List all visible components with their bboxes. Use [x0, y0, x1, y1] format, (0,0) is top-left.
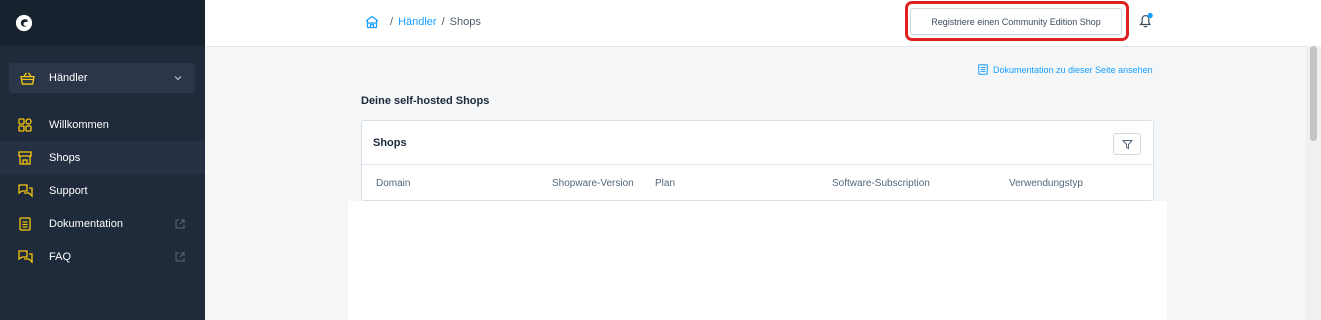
basket-icon	[19, 70, 35, 86]
sidebar: Händler Willkommen Shops Support Dokumen…	[0, 0, 205, 320]
external-link-icon	[175, 252, 185, 261]
merchant-select-label: Händler	[49, 72, 88, 84]
sidebar-item-dokumentation[interactable]: Dokumentation	[0, 207, 205, 240]
bell-icon[interactable]	[1137, 12, 1154, 29]
home-icon[interactable]	[365, 15, 379, 29]
shopware-logo-icon[interactable]	[15, 14, 33, 32]
merchant-select[interactable]: Händler	[9, 63, 195, 93]
scrollbar-thumb[interactable]	[1310, 46, 1317, 141]
chat-icon	[17, 249, 33, 265]
sidebar-item-label: Dokumentation	[49, 217, 123, 230]
filter-icon	[1121, 139, 1133, 149]
chat-icon	[17, 183, 33, 199]
column-header-shopware-version[interactable]: Shopware-Version	[552, 178, 634, 189]
shops-card-title: Shops	[373, 136, 407, 149]
sidebar-item-willkommen[interactable]: Willkommen	[0, 108, 205, 141]
sidebar-item-faq[interactable]: FAQ	[0, 240, 205, 273]
sidebar-item-shops[interactable]: Shops	[0, 141, 205, 174]
sidebar-item-support[interactable]: Support	[0, 174, 205, 207]
sidebar-item-label: FAQ	[49, 250, 72, 263]
breadcrumb-separator: /	[390, 16, 394, 28]
documentation-link-label: Dokumentation zu dieser Seite ansehen	[993, 64, 1153, 75]
column-header-plan[interactable]: Plan	[655, 178, 675, 189]
documentation-link[interactable]: Dokumentation zu dieser Seite ansehen	[978, 64, 1153, 75]
breadcrumb-merchant-link[interactable]: Händler	[398, 16, 437, 28]
chevron-down-icon	[174, 76, 182, 81]
content-area	[348, 201, 1167, 320]
sidebar-item-label: Willkommen	[49, 118, 109, 131]
column-header-software-subscription[interactable]: Software-Subscription	[832, 178, 930, 189]
column-header-verwendungstyp[interactable]: Verwendungstyp	[1009, 178, 1083, 189]
shops-card-header: Shops	[362, 121, 1153, 165]
sidebar-item-label: Shops	[49, 151, 81, 164]
sidebar-item-label: Support	[49, 184, 88, 197]
breadcrumb-current: Shops	[449, 16, 481, 28]
table-header-row: Domain Shopware-Version Plan Software-Su…	[362, 165, 1153, 202]
breadcrumb: / Händler / Shops	[365, 15, 481, 29]
dashboard-icon	[17, 117, 33, 133]
external-link-icon	[175, 219, 185, 228]
column-header-domain[interactable]: Domain	[376, 178, 410, 189]
scrollbar[interactable]	[1306, 46, 1321, 320]
register-community-shop-button[interactable]: Registriere einen Community Edition Shop	[910, 8, 1122, 35]
logo-bar	[0, 0, 205, 46]
filter-button[interactable]	[1113, 133, 1141, 155]
sidebar-nav: Willkommen Shops Support Dokumentation F…	[0, 108, 205, 273]
shops-card: Shops Domain Shopware-Version Plan Softw…	[361, 120, 1154, 201]
breadcrumb-separator: /	[441, 16, 445, 28]
section-title: Deine self-hosted Shops	[361, 95, 490, 107]
document-icon	[978, 64, 988, 75]
document-icon	[17, 216, 33, 232]
store-icon	[17, 150, 33, 166]
